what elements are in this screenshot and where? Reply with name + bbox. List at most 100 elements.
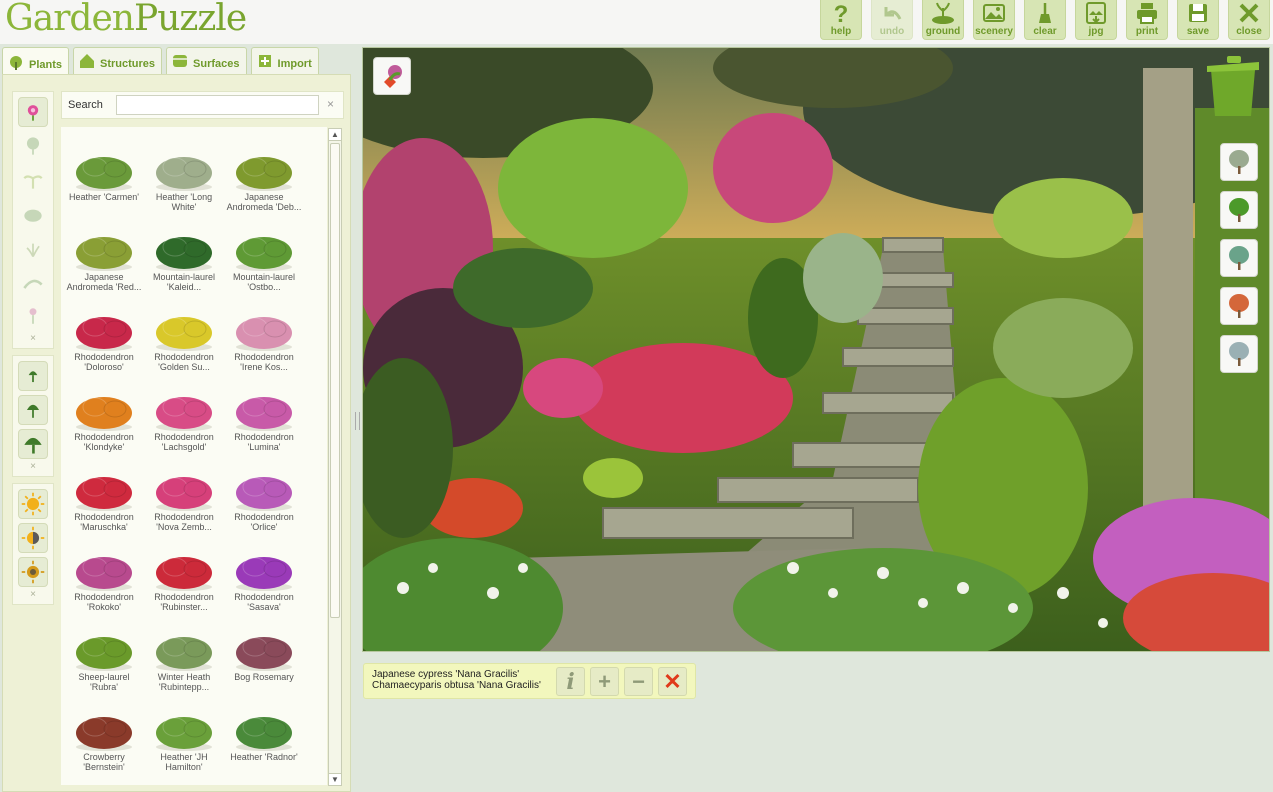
filter-group-size: × — [12, 355, 54, 477]
plant-item[interactable]: Crowberry 'Bernstein' — [64, 709, 144, 772]
help-button[interactable]: ? help — [820, 0, 862, 40]
info-button[interactable]: i — [556, 667, 585, 696]
filter-clear-button[interactable]: × — [30, 461, 36, 473]
view-tree-outline-button[interactable] — [1220, 143, 1258, 181]
plant-name: Rhododendron 'Lumina' — [234, 432, 294, 452]
selected-plant-common-name: Japanese cypress 'Nana Gracilis' — [372, 669, 520, 680]
plant-item[interactable]: Rhododendron 'Maruschka' — [64, 469, 144, 532]
plant-item[interactable]: Heather 'Carmen' — [64, 149, 144, 202]
filter-large-tree-button[interactable] — [18, 429, 48, 459]
selected-plant-bar: Japanese cypress 'Nana Gracilis' Chamaec… — [363, 663, 696, 699]
panel-splitter[interactable] — [355, 412, 360, 430]
plant-name: Heather 'Carmen' — [69, 192, 139, 202]
save-button[interactable]: save — [1177, 0, 1219, 40]
ground-button[interactable]: ground — [922, 0, 964, 40]
tab-plants[interactable]: Plants — [2, 47, 70, 75]
plant-item[interactable]: Rhododendron 'Irene Kos... — [224, 309, 304, 372]
part-shade-icon — [21, 526, 45, 550]
scroll-down-arrow-icon[interactable]: ▼ — [329, 773, 341, 785]
jpg-button[interactable]: jpg — [1075, 0, 1117, 40]
plant-name: Bog Rosemary — [234, 672, 294, 682]
view-tree-green-icon — [1229, 198, 1249, 222]
scroll-thumb[interactable] — [330, 143, 340, 618]
enlarge-button[interactable]: + — [590, 667, 619, 696]
plant-item[interactable]: Rhododendron 'Golden Su... — [144, 309, 224, 372]
undo-button[interactable]: undo — [871, 0, 913, 40]
filter-bulb-button[interactable] — [18, 301, 48, 331]
selected-plant-name: Japanese cypress 'Nana Gracilis' Chamaec… — [372, 669, 541, 691]
filter-clear-button[interactable]: × — [30, 333, 36, 345]
remove-button[interactable]: ✕ — [658, 667, 687, 696]
scroll-up-arrow-icon[interactable]: ▲ — [329, 129, 341, 141]
filter-flower-button[interactable] — [18, 97, 48, 127]
view-tree-winter-button[interactable] — [1220, 335, 1258, 373]
filter-palm-button[interactable] — [18, 165, 48, 195]
full-sun-icon — [21, 492, 45, 516]
plant-item[interactable]: Rhododendron 'Rubinster... — [144, 549, 224, 612]
plant-item[interactable]: Rhododendron 'Nova Zemb... — [144, 469, 224, 532]
tab-import[interactable]: Import — [250, 47, 319, 74]
save-label: save — [1186, 26, 1210, 37]
plant-thumbnail — [156, 237, 212, 271]
plant-item[interactable]: Winter Heath 'Rubintepp... — [144, 629, 224, 692]
print-button[interactable]: print — [1126, 0, 1168, 40]
plant-item[interactable]: Heather 'JH Hamilton' — [144, 709, 224, 772]
search-clear-button[interactable]: × — [327, 97, 334, 111]
filter-fern-button[interactable] — [18, 267, 48, 297]
plant-name: Heather 'Long White' — [155, 192, 213, 212]
plant-item[interactable]: Sheep-laurel 'Rubra' — [64, 629, 144, 692]
shrub-icon — [24, 209, 42, 222]
tab-label: Plants — [29, 58, 63, 71]
search-bar: Search × — [61, 91, 344, 119]
plant-thumbnail — [76, 477, 132, 511]
filter-grass-button[interactable] — [18, 233, 48, 263]
grass-icon — [26, 243, 40, 258]
plant-item[interactable]: Rhododendron 'Rokoko' — [64, 549, 144, 612]
filter-shade-button[interactable] — [18, 557, 48, 587]
filter-small-tree-button[interactable] — [18, 361, 48, 391]
clear-button[interactable]: clear — [1024, 0, 1066, 40]
plant-name: Rhododendron 'Golden Su... — [154, 352, 214, 372]
plant-item[interactable]: Japanese Andromeda 'Red... — [64, 229, 144, 292]
jpg-label: jpg — [1088, 26, 1104, 37]
view-tree-green-button[interactable] — [1220, 191, 1258, 229]
filter-part-shade-button[interactable] — [18, 523, 48, 553]
save-icon — [1189, 4, 1207, 22]
plant-item[interactable]: Rhododendron 'Lumina' — [224, 389, 304, 452]
tab-surfaces[interactable]: Surfaces — [166, 47, 247, 74]
plant-item[interactable]: Bog Rosemary — [224, 629, 304, 682]
plant-item[interactable]: Rhododendron 'Sasava' — [224, 549, 304, 612]
search-input[interactable] — [116, 95, 319, 115]
plant-item[interactable]: Japanese Andromeda 'Deb... — [224, 149, 304, 212]
plant-thumbnail — [156, 717, 212, 751]
plant-item[interactable]: Rhododendron 'Klondyke' — [64, 389, 144, 452]
filter-medium-tree-button[interactable] — [18, 395, 48, 425]
trash-icon[interactable] — [1203, 56, 1263, 118]
filter-shrub-button[interactable] — [18, 199, 48, 229]
filter-clear-button[interactable]: × — [30, 589, 36, 601]
search-label: Search — [68, 99, 103, 111]
filter-full-sun-button[interactable] — [18, 489, 48, 519]
view-tree-autumn-button[interactable] — [1220, 287, 1258, 325]
plant-item[interactable]: Mountain-laurel 'Kaleid... — [144, 229, 224, 292]
plant-item[interactable]: Rhododendron 'Orlice' — [224, 469, 304, 532]
layers-button[interactable] — [373, 57, 411, 95]
garden-canvas[interactable] — [362, 47, 1270, 652]
plant-thumbnail — [76, 717, 132, 751]
plant-item[interactable]: Rhododendron 'Doloroso' — [64, 309, 144, 372]
plant-item[interactable]: Heather 'Long White' — [144, 149, 224, 212]
svg-text:?: ? — [834, 1, 849, 25]
plant-item[interactable]: Rhododendron 'Lachsgold' — [144, 389, 224, 452]
scenery-button[interactable]: scenery — [973, 0, 1015, 40]
plant-thumbnail — [156, 157, 212, 191]
view-tree-teal-button[interactable] — [1220, 239, 1258, 277]
plant-item[interactable]: Heather 'Radnor' — [224, 709, 304, 762]
filter-group-type: × — [12, 91, 54, 349]
clear-icon — [1039, 3, 1051, 23]
tab-structures[interactable]: Structures — [73, 47, 163, 74]
shrink-button[interactable]: − — [624, 667, 653, 696]
plant-item[interactable]: Mountain-laurel 'Ostbo... — [224, 229, 304, 292]
close-button[interactable]: close — [1228, 0, 1270, 40]
filter-tree-button[interactable] — [18, 131, 48, 161]
plant-list-scrollbar[interactable]: ▲ ▼ — [328, 128, 342, 786]
